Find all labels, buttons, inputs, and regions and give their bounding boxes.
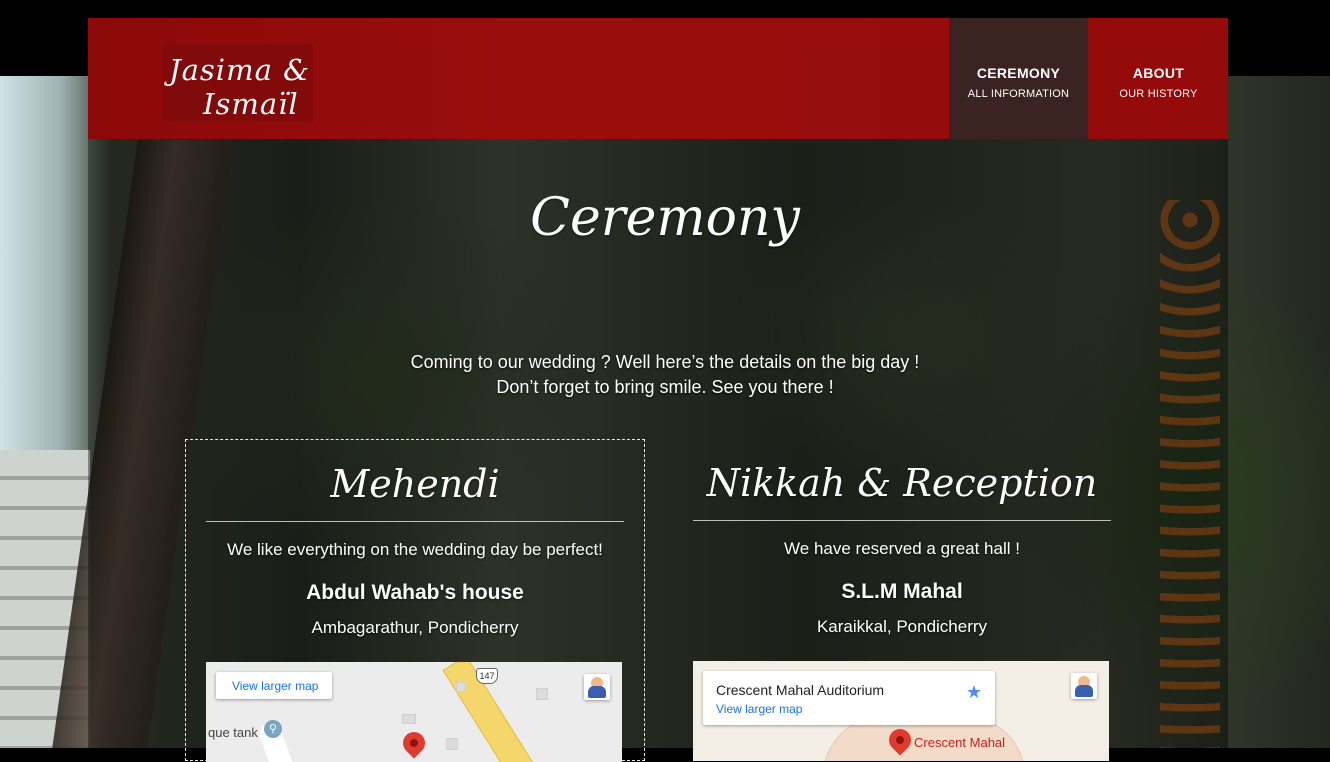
event-title: Nikkah & Reception xyxy=(706,461,1098,505)
event-card-mehendi: Mehendi We like everything on the weddin… xyxy=(185,439,645,762)
event-venue: Abdul Wahab's house xyxy=(306,581,524,604)
place-card: Crescent Mahal Auditorium View larger ma… xyxy=(703,671,995,725)
page-title: Ceremony xyxy=(530,188,800,248)
nav-about[interactable]: ABOUT OUR HISTORY xyxy=(1089,18,1228,139)
intro-line-1: Coming to our wedding ? Well here’s the … xyxy=(410,352,920,372)
event-title: Mehendi xyxy=(330,462,500,506)
divider xyxy=(693,520,1111,521)
event-tagline: We like everything on the wedding day be… xyxy=(227,540,603,559)
view-larger-map-link[interactable]: View larger map xyxy=(232,679,318,693)
event-address: Karaikkal, Pondicherry xyxy=(816,617,988,636)
street-view-pegman-icon[interactable] xyxy=(1071,673,1097,699)
intro-line-2: Don’t forget to bring smile. See you the… xyxy=(496,377,834,397)
street-view-pegman-icon[interactable] xyxy=(584,674,610,700)
event-address: Ambagarathur, Pondicherry xyxy=(311,618,519,637)
map-building xyxy=(536,688,548,700)
map-building xyxy=(446,738,458,750)
save-star-icon[interactable]: ★ xyxy=(966,682,982,703)
nav-about-label: ABOUT xyxy=(1132,65,1185,81)
logo-line-2: Ismaïl xyxy=(203,87,299,121)
logo-line-1: Jasima & xyxy=(169,53,310,87)
place-name: Crescent Mahal Auditorium xyxy=(716,682,885,698)
map-building xyxy=(402,714,416,724)
event-card-nikkah-reception: Nikkah & Reception We have reserved a gr… xyxy=(673,439,1131,761)
intro-text: Coming to our wedding ? Well here’s the … xyxy=(300,350,1030,400)
event-venue: S.L.M Mahal xyxy=(841,580,963,603)
nav-ceremony-label: CEREMONY xyxy=(976,65,1061,81)
view-larger-map-link[interactable]: View larger map xyxy=(716,702,802,716)
nav-about-sublabel: OUR HISTORY xyxy=(1119,88,1198,100)
location-pin-icon[interactable] xyxy=(398,727,430,759)
event-tagline: We have reserved a great hall ! xyxy=(784,539,1020,558)
nav-ceremony-sublabel: ALL INFORMATION xyxy=(967,88,1070,100)
map-embed[interactable]: Crescent Mahal Auditorium View larger ma… xyxy=(693,661,1109,761)
divider xyxy=(206,521,624,522)
view-larger-map-button[interactable]: View larger map xyxy=(216,672,332,699)
map-embed[interactable]: View larger map 147 que tank ⚲ xyxy=(206,662,622,762)
map-building xyxy=(456,682,466,692)
map-place-label: que tank xyxy=(208,725,258,740)
route-shield: 147 xyxy=(476,668,498,684)
site-logo[interactable]: Jasima & Ismaïl xyxy=(163,44,313,122)
water-tank-icon: ⚲ xyxy=(264,720,282,738)
nav-ceremony[interactable]: CEREMONY ALL INFORMATION xyxy=(949,18,1088,139)
site-header: Jasima & Ismaïl CEREMONY ALL INFORMATION… xyxy=(88,18,1228,139)
